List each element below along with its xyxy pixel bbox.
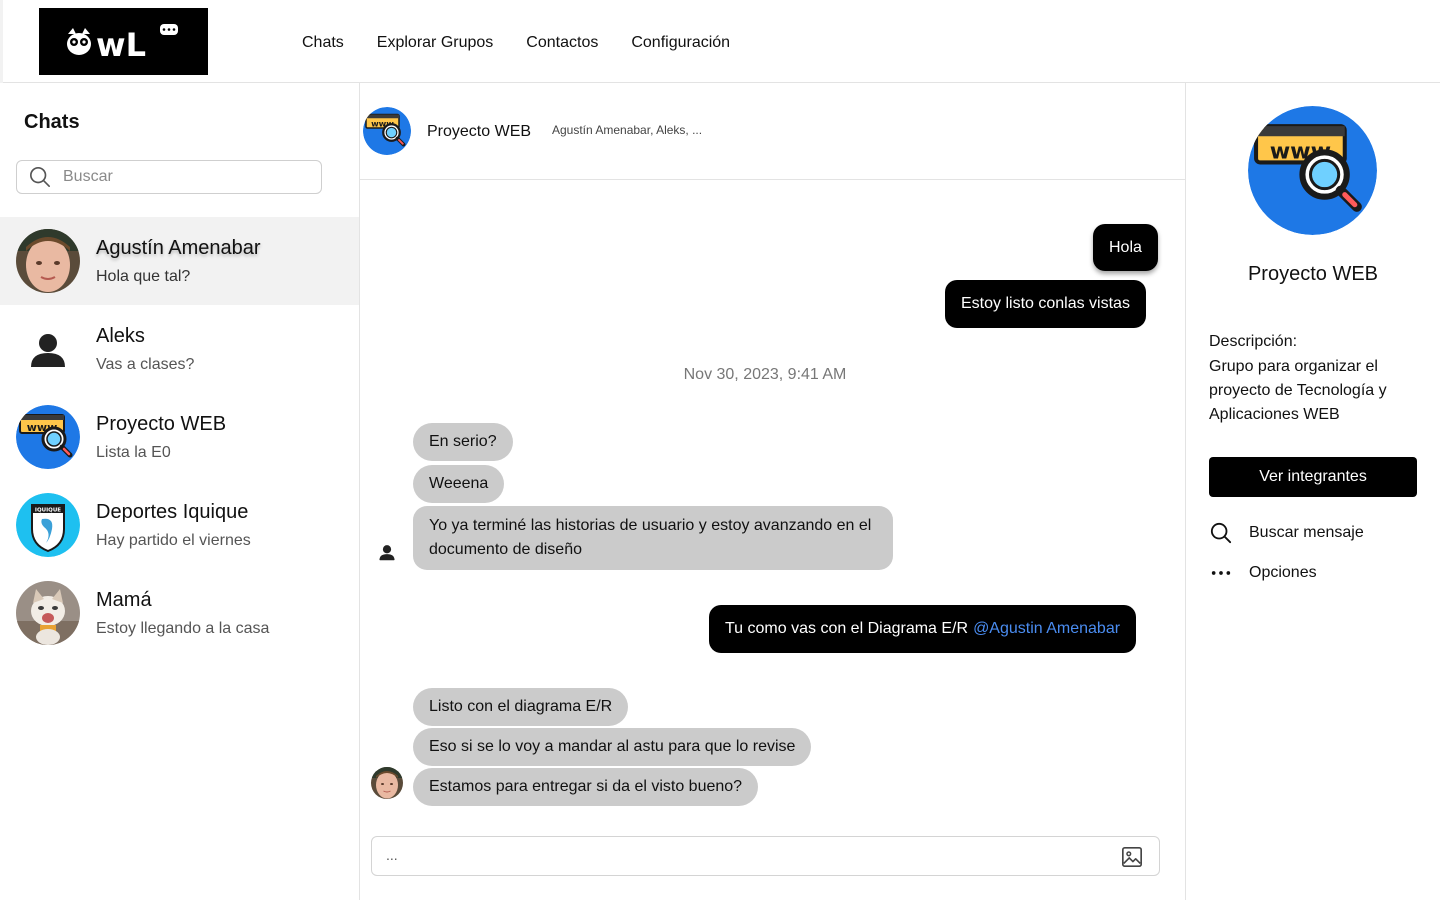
message-text: En serio? (429, 433, 497, 450)
chat-preview: Lista la E0 (96, 444, 171, 461)
message-text: Eso si se lo voy a mandar al astu para q… (429, 738, 796, 755)
search-input[interactable] (63, 168, 303, 186)
message-text: Tu como vas con el Diagrama E/R (725, 620, 969, 637)
group-name: Proyecto WEB (1247, 263, 1379, 285)
chat-name: Agustín Amenabar (96, 237, 261, 259)
message-text: Weeena (429, 475, 489, 492)
sidebar-title: Chats (24, 111, 80, 133)
avatar (16, 405, 80, 469)
description-label: Descripción: (1209, 333, 1298, 350)
group-description: Grupo para organizar el proyecto de Tecn… (1209, 358, 1387, 423)
message-composer[interactable] (371, 836, 1160, 876)
message-in[interactable]: Eso si se lo voy a mandar al astu para q… (413, 728, 812, 766)
conversation-title[interactable]: Proyecto WEB (427, 123, 531, 141)
chat-item-aleks[interactable]: Aleks Vas a clases? (0, 305, 359, 393)
conversation-header: Proyecto WEB Agustín Amenabar, Aleks, ..… (360, 83, 1185, 180)
avatar (16, 317, 80, 381)
chat-preview: Hola que tal? (96, 268, 191, 285)
chat-sidebar: Chats Agustín Amenabar Hola que tal? Ale… (0, 83, 360, 900)
www-search-icon (16, 405, 80, 469)
message-text: Yo ya terminé las historias de usuario y… (429, 517, 872, 558)
person-photo-icon (16, 229, 80, 293)
chat-item-agustin[interactable]: Agustín Amenabar Hola que tal? (0, 217, 359, 305)
message-in[interactable]: En serio? (413, 423, 513, 461)
sender-avatar (371, 767, 403, 799)
message-out[interactable]: Estoy listo conlas vistas (945, 280, 1146, 328)
message-text: Listo con el diagrama E/R (429, 698, 613, 715)
logo-text: wL (96, 26, 146, 62)
chat-name: Mamá (96, 589, 152, 611)
chat-item-deportes-iquique[interactable]: Deportes Iquique Hay partido el viernes (0, 481, 359, 569)
person-silhouette-icon (379, 545, 395, 561)
chat-preview: Vas a clases? (96, 356, 195, 373)
message-input[interactable] (386, 847, 1086, 863)
conversation-members: Agustín Amenabar, Aleks, ... (552, 123, 703, 137)
main-nav: Chats Explorar Grupos Contactos Configur… (302, 34, 730, 52)
more-options-icon (1211, 571, 1231, 575)
nav-chats[interactable]: Chats (302, 34, 344, 52)
chat-preview: Estoy llegando a la casa (96, 620, 270, 637)
chat-list: Agustín Amenabar Hola que tal? Aleks Vas… (0, 217, 359, 657)
message-out[interactable]: Hola (1093, 224, 1158, 271)
action-label: Buscar mensaje (1249, 524, 1364, 541)
window-edge (0, 0, 3, 83)
chat-preview: Hay partido el viernes (96, 532, 251, 549)
group-avatar[interactable] (363, 107, 411, 155)
avatar (16, 229, 80, 293)
group-avatar-large (1248, 106, 1377, 235)
app-logo[interactable]: wL (39, 8, 208, 75)
search-icon (1210, 522, 1232, 544)
chat-item-proyecto-web[interactable]: Proyecto WEB Lista la E0 (0, 393, 359, 481)
top-navbar: wL Chats Explorar Grupos Contactos Confi… (0, 0, 1440, 83)
www-search-icon (1248, 106, 1377, 235)
message-in[interactable]: Weeena (413, 465, 505, 503)
message-timestamp: Nov 30, 2023, 9:41 AM (683, 366, 847, 383)
search-icon (30, 167, 50, 187)
message-text: Estoy listo conlas vistas (961, 295, 1130, 312)
message-out[interactable]: Tu como vas con el Diagrama E/R @Agustin… (709, 605, 1137, 653)
view-members-button[interactable]: Ver integrantes (1209, 457, 1417, 497)
conversation-panel: Proyecto WEB Agustín Amenabar, Aleks, ..… (360, 83, 1185, 900)
chat-name: Proyecto WEB (96, 413, 227, 435)
chat-name: Aleks (96, 325, 145, 347)
cat-photo-icon (16, 581, 80, 645)
options-action[interactable]: Opciones (1209, 561, 1317, 585)
owl-logo-icon: wL (66, 23, 178, 62)
search-messages-action[interactable]: Buscar mensaje (1209, 521, 1364, 545)
message-in[interactable]: Yo ya terminé las historias de usuario y… (413, 506, 893, 570)
mention-link[interactable]: @Agustin Amenabar (973, 617, 1120, 641)
sender-avatar (376, 541, 398, 563)
avatar (16, 493, 80, 557)
nav-contactos[interactable]: Contactos (526, 34, 598, 52)
person-silhouette-icon (31, 334, 65, 367)
chat-search[interactable] (16, 160, 322, 194)
chat-name: Deportes Iquique (96, 501, 249, 523)
www-search-icon (363, 107, 411, 155)
person-photo-icon (371, 767, 403, 799)
attach-image-icon[interactable] (1121, 846, 1143, 868)
avatar (16, 581, 80, 645)
chat-item-mama[interactable]: Mamá Estoy llegando a la casa (0, 569, 359, 657)
message-in[interactable]: Estamos para entregar si da el visto bue… (413, 768, 759, 806)
message-in[interactable]: Listo con el diagrama E/R (413, 688, 629, 726)
iquique-badge-icon (16, 493, 80, 557)
action-label: Opciones (1249, 564, 1317, 581)
nav-explorar-grupos[interactable]: Explorar Grupos (377, 34, 494, 52)
nav-configuracion[interactable]: Configuración (631, 34, 730, 52)
message-text: Hola (1109, 238, 1142, 256)
group-details-panel: Proyecto WEB Descripción: Grupo para org… (1185, 83, 1440, 900)
message-text: Estamos para entregar si da el visto bue… (429, 778, 743, 795)
